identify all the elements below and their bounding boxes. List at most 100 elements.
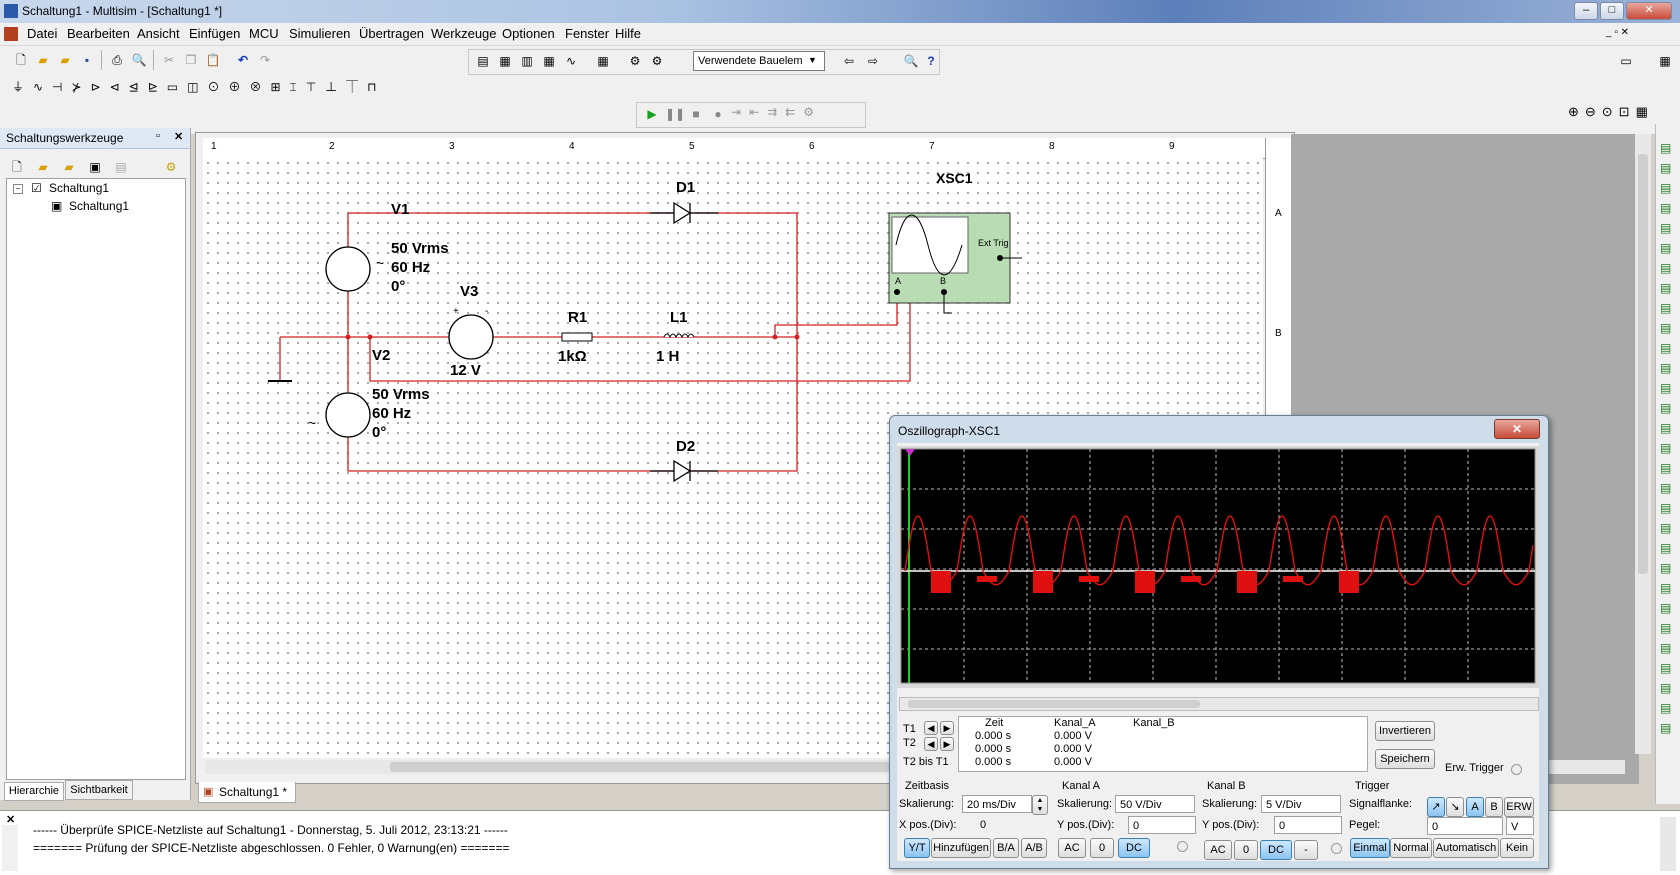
trace-block (977, 576, 997, 582)
v2-phase: 0° (372, 424, 387, 441)
row3-time: 0.000 s (975, 756, 1012, 768)
v2-amplitude: 50 Vrms (372, 386, 430, 403)
channel-a-ypos-field[interactable]: 0 (1128, 816, 1196, 834)
svg-text:~: ~ (376, 255, 384, 271)
t2-label: T2 (903, 737, 916, 749)
channel-b-scale-label: Skalierung: (1202, 798, 1258, 810)
row1-a: 0.000 V (1054, 730, 1092, 742)
document-tab-label: Schaltung1 * (219, 785, 288, 799)
rising-edge-icon[interactable]: ↗ (1427, 797, 1445, 817)
trace-block (1033, 571, 1053, 593)
trace-block (1135, 571, 1155, 593)
ba-button[interactable]: B/A (993, 838, 1019, 858)
channel-b-dc-button[interactable]: DC (1260, 840, 1292, 860)
col-kanal-a: Kanal_A (1054, 717, 1096, 729)
cursor-readout-table: Zeit Kanal_A Kanal_B 0.000 s 0.000 V 0.0… (958, 716, 1368, 772)
xpos-label: X pos.(Div): (899, 819, 957, 831)
l1-value: 1 H (656, 348, 680, 365)
timebase-spin[interactable]: ▲ ▼ (1032, 795, 1048, 815)
v3-name: V3 (460, 283, 479, 300)
document-tab[interactable]: ▣ Schaltung1 * (198, 782, 296, 803)
channel-a-ypos-label: Y pos.(Div): (1057, 819, 1115, 831)
trigger-level-field[interactable]: 0 (1427, 817, 1503, 835)
channel-b-scale-field[interactable]: 5 V/Div (1261, 795, 1341, 813)
output-sidebar (2, 825, 18, 871)
output-line-2: ======= Prüfung der SPICE-Netzliste abge… (33, 841, 510, 855)
channel-b-title: Kanal B (1207, 780, 1246, 792)
channel-b-zero-button[interactable]: 0 (1234, 840, 1258, 860)
timebase-title: Zeitbasis (905, 780, 950, 792)
add-button[interactable]: Hinzufügen (931, 838, 991, 858)
xsc1-ext-trig: Ext Trig (978, 238, 1009, 248)
document-tab-icon: ▣ (203, 786, 214, 798)
falling-edge-icon[interactable]: ↘ (1446, 797, 1464, 817)
row3-a: 0.000 V (1054, 756, 1092, 768)
t2t1-label: T2 bis T1 (903, 756, 949, 768)
row2-time: 0.000 s (975, 743, 1012, 755)
t1-label: T1 (903, 723, 916, 735)
instrument-icons[interactable]: ▤▤▤▤▤▤▤▤▤▤▤▤▤▤▤▤▤▤▤▤▤▤▤▤▤▤▤▤▤▤ (1660, 138, 1676, 778)
col-time: Zeit (985, 717, 1004, 729)
channel-a-ac-button[interactable]: AC (1058, 838, 1086, 858)
v1-name: V1 (391, 201, 410, 218)
scrollbar-thumb[interactable] (390, 762, 910, 772)
t1-left-button[interactable]: ◀ (924, 721, 938, 735)
instruments-toolbar[interactable]: ▤▤▤▤▤▤▤▤▤▤▤▤▤▤▤▤▤▤▤▤▤▤▤▤▤▤▤▤▤▤ (1655, 124, 1680, 804)
channel-b-ac-button[interactable]: AC (1204, 840, 1232, 860)
ext-trigger-terminal[interactable] (1511, 764, 1522, 775)
v1-amplitude: 50 Vrms (391, 240, 449, 257)
xsc1-port-a: A (895, 276, 902, 286)
trigger-once-button[interactable]: Einmal (1350, 838, 1390, 858)
xsc1-port-b: B (940, 276, 947, 286)
trace-block (931, 571, 951, 593)
v2-name: V2 (372, 347, 391, 364)
vertical-scrollbar[interactable] (1635, 134, 1651, 754)
channel-a-dc-button[interactable]: DC (1118, 838, 1150, 858)
t2-left-button[interactable]: ◀ (924, 737, 938, 751)
t2-right-button[interactable]: ▶ (940, 737, 954, 751)
scrollbar-thumb[interactable] (1638, 154, 1648, 574)
output-scrollbar[interactable] (1660, 817, 1676, 871)
trigger-auto-button[interactable]: Automatisch (1433, 838, 1499, 858)
trigger-level-label: Pegel: (1349, 819, 1381, 831)
svg-text:+: + (453, 306, 459, 317)
channel-a-zero-button[interactable]: 0 (1090, 838, 1114, 858)
scope-scrollbar[interactable] (899, 697, 1539, 711)
t1-right-button[interactable]: ▶ (940, 721, 954, 735)
trace-block (1237, 571, 1257, 593)
l1-name: L1 (670, 309, 688, 326)
d2-name: D2 (676, 438, 696, 455)
invert-button[interactable]: Invertieren (1375, 721, 1435, 741)
ab-button[interactable]: A/B (1021, 838, 1047, 858)
channel-a-terminal[interactable] (1177, 841, 1188, 852)
trigger-ext-button[interactable]: ERW (1504, 797, 1534, 817)
yt-button[interactable]: Y/T (904, 838, 930, 858)
r1-value: 1kΩ (558, 348, 587, 365)
trace-block (1283, 576, 1303, 582)
v2-frequency: 60 Hz (372, 405, 412, 422)
scope-scrollbar-thumb[interactable] (908, 700, 1200, 708)
row1-time: 0.000 s (975, 730, 1012, 742)
trigger-b-button[interactable]: B (1485, 797, 1503, 817)
channel-a-scale-field[interactable]: 50 V/Div (1115, 795, 1195, 813)
trace-block (1079, 576, 1099, 582)
channel-b-ypos-field[interactable]: 0 (1274, 816, 1342, 834)
r1-name: R1 (568, 309, 588, 326)
trace-block (1339, 571, 1359, 593)
trigger-unit-field[interactable]: V (1506, 817, 1534, 835)
trigger-none-button[interactable]: Kein (1500, 838, 1534, 858)
timebase-scale-field[interactable]: 20 ms/Div (962, 795, 1032, 813)
trigger-normal-button[interactable]: Normal (1390, 838, 1432, 858)
save-button[interactable]: Speichern (1375, 749, 1435, 769)
trace-block (1181, 576, 1201, 582)
xpos-field[interactable]: 0 (976, 816, 1046, 834)
trigger-title: Trigger (1355, 780, 1390, 792)
channel-a-title: Kanal A (1062, 780, 1100, 792)
oscilloscope-close-button[interactable]: ✕ (1494, 419, 1540, 439)
svg-text:~: ~ (308, 415, 316, 431)
channel-b-ypos-label: Y pos.(Div): (1202, 819, 1260, 831)
trigger-a-button[interactable]: A (1466, 797, 1484, 817)
channel-b-terminal[interactable] (1331, 843, 1342, 854)
channel-b-minus-button[interactable]: - (1294, 840, 1318, 860)
output-line-1: ------ Überprüfe SPICE-Netzliste auf Sch… (33, 823, 508, 837)
